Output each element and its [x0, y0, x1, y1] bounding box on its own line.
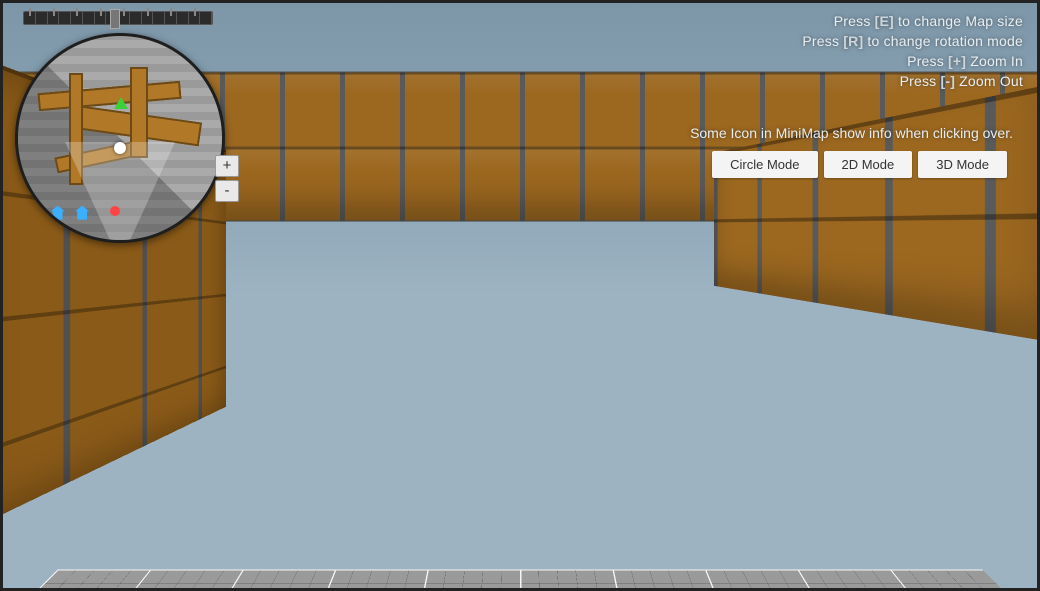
key-plus-icon: [+] [948, 53, 966, 69]
minimap-terrain [18, 36, 222, 240]
key-e-icon: [E] [875, 13, 894, 29]
help-line-mapsize: Press [E] to change Map size [802, 11, 1023, 31]
help-line-zoomout: Press [-] Zoom Out [802, 71, 1023, 91]
house-icon[interactable] [51, 206, 65, 220]
key-minus-icon: [-] [940, 73, 955, 89]
key-r-icon: [R] [843, 33, 863, 49]
2d-mode-button[interactable]: 2D Mode [824, 151, 913, 178]
objective-icon[interactable] [110, 206, 120, 216]
zoom-in-button[interactable]: + [215, 155, 239, 177]
minimap[interactable]: + - [15, 33, 225, 243]
player-marker-icon [114, 142, 126, 154]
help-text: Press [900, 73, 941, 89]
help-line-zoomin: Press [+] Zoom In [802, 51, 1023, 71]
minimap-zoom-controls: + - [215, 155, 239, 202]
3d-mode-button[interactable]: 3D Mode [918, 151, 1007, 178]
help-text: Press [802, 33, 843, 49]
zoom-out-button[interactable]: - [215, 180, 239, 202]
minimap-tip: Some Icon in MiniMap show info when clic… [690, 125, 1013, 141]
help-text: Zoom Out [955, 73, 1023, 89]
circle-mode-button[interactable]: Circle Mode [712, 151, 817, 178]
help-text: to change Map size [894, 13, 1023, 29]
target-arrow-icon[interactable] [114, 97, 128, 111]
mode-button-group: Circle Mode 2D Mode 3D Mode [712, 151, 1007, 178]
help-text: to change rotation mode [863, 33, 1023, 49]
help-line-rotation: Press [R] to change rotation mode [802, 31, 1023, 51]
help-text: Press [834, 13, 875, 29]
view-cone-icon [65, 142, 175, 243]
help-text: Press [907, 53, 948, 69]
compass-ruler [23, 11, 213, 25]
help-overlay: Press [E] to change Map size Press [R] t… [802, 11, 1023, 91]
compass-heading-icon [110, 9, 120, 29]
help-text: Zoom In [966, 53, 1023, 69]
